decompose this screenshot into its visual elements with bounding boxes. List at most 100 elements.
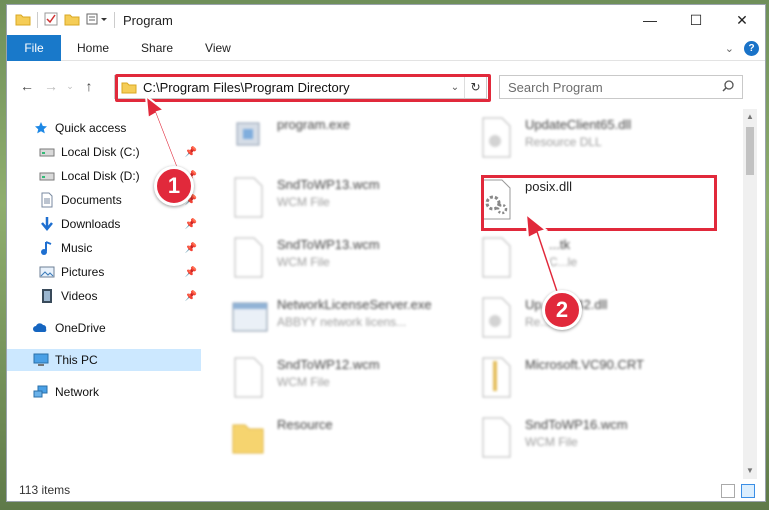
- file-type: WCM File: [277, 255, 330, 269]
- window-controls: — ☐ ✕: [627, 5, 765, 35]
- file-item[interactable]: program.exe: [211, 111, 451, 167]
- dll-icon: [479, 117, 513, 161]
- file-type: WCM File: [525, 435, 578, 449]
- details-view-icon[interactable]: [721, 484, 735, 498]
- close-button[interactable]: ✕: [719, 5, 765, 35]
- sidebar-item-label: Local Disk (C:): [61, 145, 140, 159]
- scroll-down-arrow-icon[interactable]: ▼: [743, 463, 757, 479]
- sidebar-item-label: OneDrive: [55, 321, 106, 335]
- tab-home[interactable]: Home: [61, 35, 125, 61]
- file-icon: [231, 357, 265, 401]
- file-item[interactable]: SndToWP16.wcm WCM File: [459, 411, 699, 467]
- zip-icon: [479, 357, 513, 401]
- tab-file[interactable]: File: [7, 34, 61, 61]
- file-item[interactable]: NetworkLicenseServer.exe ABBYY network l…: [211, 291, 451, 347]
- file-name: UpdateClient65.dll: [525, 117, 632, 132]
- sidebar-item-label: Quick access: [55, 121, 127, 135]
- file-type: WCM File: [277, 375, 330, 389]
- posix-dll-highlight-box: [481, 175, 717, 231]
- new-folder-icon[interactable]: [64, 12, 80, 29]
- sidebar-item-label: Videos: [61, 289, 98, 303]
- network-icon: [33, 384, 49, 400]
- onedrive-icon: [33, 320, 49, 336]
- ribbon-tabs: File Home Share View ⌄ ?: [7, 34, 765, 61]
- back-arrow-icon[interactable]: ←: [15, 78, 39, 94]
- file-item[interactable]: SndToWP13.wcm WCM File: [211, 171, 451, 227]
- exe-icon: [231, 117, 265, 161]
- file-icon: [479, 237, 513, 281]
- sidebar-item-music[interactable]: Music 📌: [7, 237, 201, 259]
- expand-ribbon-chevron-icon[interactable]: ⌄: [725, 42, 734, 55]
- file-type: C...le: [549, 255, 578, 269]
- file-type: ABBYY network licens...: [277, 315, 407, 329]
- file-item[interactable]: SndToWP13.wcm WCM File: [211, 231, 451, 287]
- step-badge-2: 2: [542, 290, 582, 330]
- sidebar-item-label: Pictures: [61, 265, 105, 279]
- this-pc-icon: [33, 352, 49, 368]
- properties-icon[interactable]: [44, 12, 58, 29]
- search-input[interactable]: Search Program: [499, 75, 743, 99]
- tiles-view-icon[interactable]: [741, 484, 755, 498]
- file-name: SndToWP13.wcm: [277, 177, 380, 192]
- address-highlight-box: [115, 74, 491, 102]
- recent-locations-chevron-icon[interactable]: ⌄: [63, 81, 77, 92]
- sidebar-item-videos[interactable]: Videos 📌: [7, 285, 201, 307]
- tab-share[interactable]: Share: [125, 35, 189, 61]
- file-type: Resource DLL: [525, 135, 602, 149]
- sidebar-item-label: Network: [55, 385, 100, 399]
- file-item[interactable]: UpdateClient65.dll Resource DLL: [459, 111, 699, 167]
- sidebar-item-local-disk-c[interactable]: Local Disk (C:) 📌: [7, 141, 201, 163]
- scroll-thumb[interactable]: [746, 127, 754, 175]
- folder-icon: [231, 417, 265, 461]
- scroll-up-arrow-icon[interactable]: ▲: [743, 109, 757, 125]
- sidebar-item-label: This PC: [55, 353, 98, 367]
- dll-icon: [479, 297, 513, 341]
- minimize-button[interactable]: —: [627, 5, 673, 35]
- file-list: program.exe UpdateClient65.dll Resource …: [211, 109, 739, 477]
- help-icon[interactable]: ?: [744, 40, 759, 56]
- quick-access-toolbar: [7, 12, 115, 29]
- vertical-scrollbar[interactable]: ▲ ▼: [743, 109, 757, 479]
- pin-icon[interactable]: 📌: [185, 267, 197, 278]
- sidebar-item-label: Downloads: [61, 217, 121, 231]
- up-arrow-icon[interactable]: ↑: [77, 78, 101, 94]
- file-item[interactable]: Resource: [211, 411, 451, 467]
- sidebar-item-pictures[interactable]: Pictures 📌: [7, 261, 201, 283]
- ribbon-right-controls: ⌄ ?: [725, 35, 759, 61]
- file-item[interactable]: SndToWP12.wcm WCM File: [211, 351, 451, 407]
- maximize-button[interactable]: ☐: [673, 5, 719, 35]
- file-type: WCM File: [277, 195, 330, 209]
- file-explorer-window: Program — ☐ ✕ File Home Share View ⌄ ? ←…: [6, 4, 766, 502]
- search-icon: [722, 79, 734, 95]
- item-count: 113 items: [19, 483, 71, 497]
- view-switcher: [721, 484, 755, 498]
- sidebar-item-label: Music: [61, 241, 93, 255]
- pin-icon[interactable]: 📌: [185, 291, 197, 302]
- sidebar-item-network[interactable]: Network: [7, 381, 201, 403]
- sidebar-item-quick-access[interactable]: Quick access: [7, 117, 201, 139]
- toolbar-separator: [114, 12, 115, 28]
- forward-arrow-icon[interactable]: →: [39, 78, 63, 94]
- status-bar: 113 items: [7, 479, 765, 501]
- file-name: SndToWP16.wcm: [525, 417, 628, 432]
- file-item[interactable]: Microsoft.VC90.CRT: [459, 351, 699, 407]
- pin-icon[interactable]: 📌: [185, 219, 197, 230]
- file-name: SndToWP13.wcm: [277, 237, 380, 252]
- sidebar-item-this-pc[interactable]: This PC: [7, 349, 201, 371]
- documents-icon: [39, 192, 55, 208]
- toolbar-separator: [37, 12, 38, 28]
- file-item[interactable]: ...tk C...le: [459, 231, 699, 287]
- file-name: ...tk: [549, 237, 570, 252]
- sidebar-item-label: Local Disk (D:): [61, 169, 140, 183]
- drive-icon: [39, 168, 55, 184]
- sidebar-item-downloads[interactable]: Downloads 📌: [7, 213, 201, 235]
- app-window-icon: [231, 297, 268, 341]
- sidebar-item-onedrive[interactable]: OneDrive: [7, 317, 201, 339]
- file-name: program.exe: [277, 117, 350, 132]
- step-badge-1: 1: [154, 166, 194, 206]
- customize-toolbar-icon[interactable]: [86, 12, 108, 29]
- pin-icon[interactable]: 📌: [185, 147, 197, 158]
- pin-icon[interactable]: 📌: [185, 243, 197, 254]
- tab-view[interactable]: View: [189, 35, 247, 61]
- file-name: NetworkLicenseServer.exe: [277, 297, 432, 312]
